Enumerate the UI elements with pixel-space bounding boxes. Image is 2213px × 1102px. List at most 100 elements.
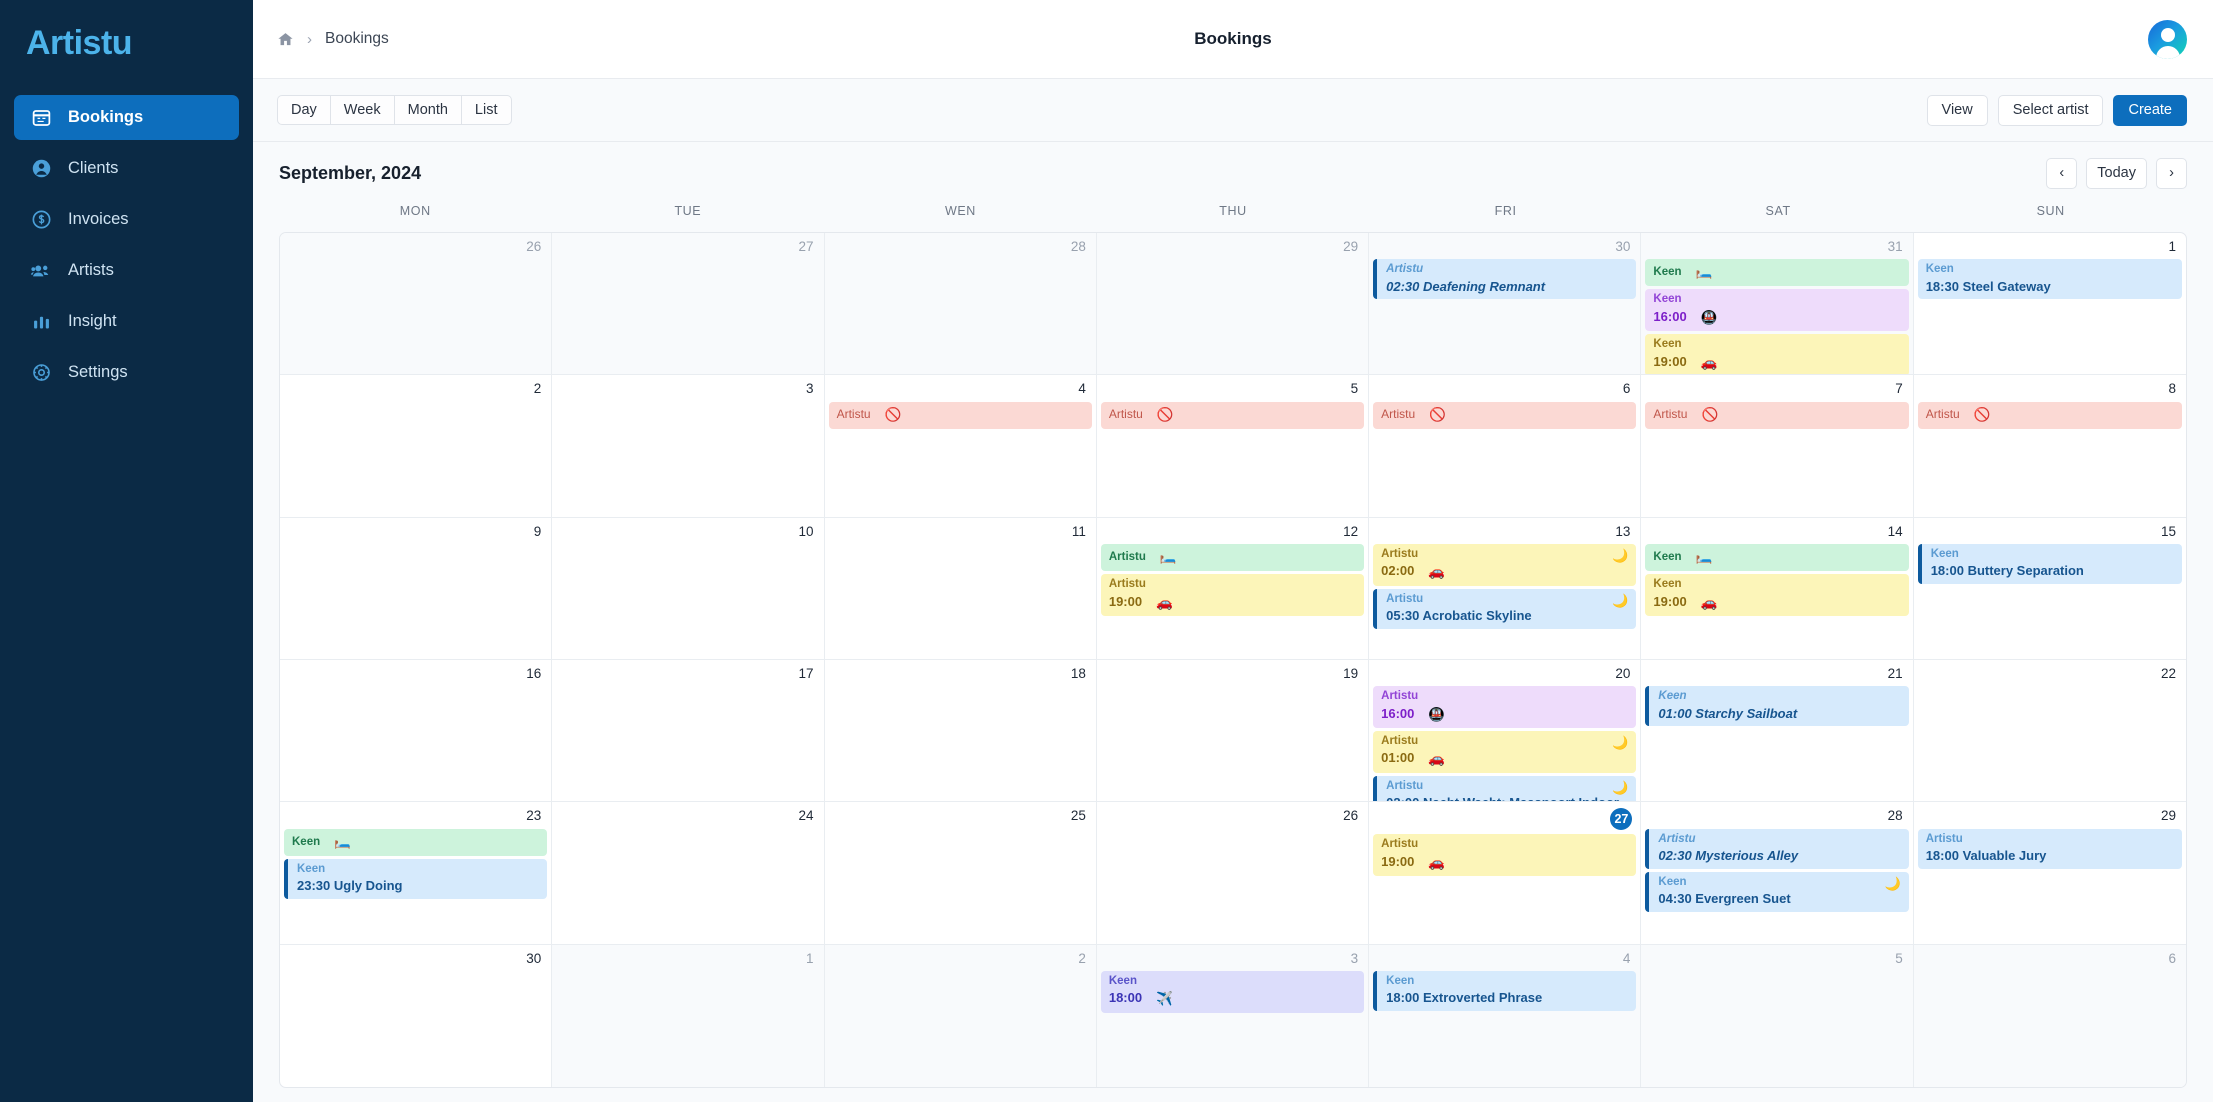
calendar-event[interactable]: Artistu 02:30 Mysterious Alley	[1645, 828, 1909, 869]
calendar-day-cell[interactable]: 4 Artistu 🚫	[824, 375, 1097, 518]
calendar-event[interactable]: Keen 19:00 🚗	[1645, 574, 1909, 616]
calendar-day-cell[interactable]: 7 Artistu 🚫	[1641, 375, 1914, 518]
day-number: 17	[798, 665, 814, 681]
calendar-day-cell[interactable]: 1 Keen 18:30 Steel Gateway	[1913, 233, 2186, 376]
calendar-day-cell[interactable]: 15 Keen 18:00 Buttery Separation	[1913, 518, 2186, 660]
calendar-day-cell[interactable]: 22	[1913, 660, 2186, 803]
calendar-day-cell[interactable]: 2	[824, 944, 1097, 1087]
calendar-day-cell[interactable]: 6 Artistu 🚫	[1369, 375, 1642, 518]
weekday-header-row: MON TUE WEN THU FRI SAT SUN	[279, 204, 2187, 232]
calendar-day-cell[interactable]: 4 Keen 18:00 Extroverted Phrase	[1369, 944, 1642, 1087]
prev-month-button[interactable]: ‹	[2046, 157, 2078, 189]
calendar-event[interactable]: Keen 🛏️	[1645, 259, 1909, 287]
calendar-day-cell[interactable]: 20 Artistu 16:00🚇 Artistu 01:00🚗 🌙 Artistu 02:0…	[1369, 659, 1642, 803]
calendar-event[interactable]: Artistu 19:00 🚗	[1373, 834, 1637, 877]
calendar-event[interactable]: Artistu 02:00 Nacht Wacht: Maaspoort Indo…	[1373, 775, 1637, 802]
calendar-event[interactable]: Artistu 🚫	[1373, 401, 1637, 429]
calendar-event[interactable]: Artistu 01:00 🚗 🌙	[1373, 730, 1637, 773]
calendar-day-cell[interactable]: 31 Keen 🛏️ Keen 16:00 🚇 Keen 19:00 🚗	[1641, 233, 1914, 376]
calendar-day-cell[interactable]: 19	[1096, 659, 1370, 803]
view-tab-week[interactable]: Week	[329, 95, 394, 125]
calendar-day-cell[interactable]: 26	[1096, 802, 1370, 945]
sidebar-item-clients[interactable]: Clients	[14, 146, 239, 191]
calendar-day-cell[interactable]: 18	[824, 659, 1097, 803]
calendar-day-cell[interactable]: 21 Keen 01:00 Starchy Sailboat	[1641, 659, 1914, 803]
calendar-event[interactable]: Keen 16:00 🚇	[1645, 289, 1909, 332]
calendar-day-cell[interactable]: 16	[280, 659, 553, 803]
calendar-day-cell[interactable]: 29	[1096, 233, 1370, 376]
calendar-event[interactable]: Keen 19:00 🚗	[1645, 334, 1909, 375]
calendar-event[interactable]: Keen 01:00 Starchy Sailboat	[1645, 686, 1909, 727]
sidebar-item-settings[interactable]: Settings	[14, 350, 239, 395]
sidebar-item-artists[interactable]: Artists	[14, 248, 239, 293]
today-badge: 27	[1610, 808, 1633, 831]
view-button[interactable]: View	[1926, 94, 1988, 126]
event-title: 02:30 Mysterious Alley	[1658, 848, 1799, 864]
event-title: 01:00 Starchy Sailboat	[1658, 705, 1798, 721]
calendar-day-cell[interactable]: 11	[824, 517, 1097, 660]
next-month-button[interactable]: ›	[2156, 157, 2187, 189]
calendar-day-cell[interactable]: 30 Artistu 02:30 Deafening Remnant	[1369, 233, 1642, 376]
calendar-day-cell[interactable]: 28 Artistu 02:30 Mysterious Alley Keen 04:30…	[1641, 802, 1914, 945]
calendar-day-cell[interactable]: 1	[552, 944, 825, 1087]
home-icon[interactable]	[277, 31, 294, 48]
sidebar-item-invoices[interactable]: Invoices	[14, 197, 239, 242]
calendar-day-cell[interactable]: 30	[280, 944, 553, 1087]
calendar-day-cell[interactable]: 14 Keen 🛏️ Keen 19:00 🚗	[1641, 517, 1914, 660]
breadcrumb-current[interactable]: Bookings	[325, 30, 389, 48]
view-tab-day[interactable]: Day	[277, 95, 330, 125]
calendar-day-cell[interactable]: 28	[824, 233, 1097, 376]
calendar-day-cell[interactable]: 23 Keen 🛏️ Keen 23:30 Ugly Doing	[280, 802, 553, 945]
calendar-event[interactable]: Artistu 19:00 🚗	[1100, 574, 1365, 616]
today-button[interactable]: Today	[2086, 157, 2147, 189]
calendar-event[interactable]: Artistu 🚫	[1917, 401, 2182, 429]
calendar-event[interactable]: Artistu 🚫	[1100, 401, 1365, 429]
calendar-day-cell[interactable]: 3	[552, 375, 825, 518]
calendar-day-cell[interactable]: 10	[552, 517, 825, 660]
calendar-event[interactable]: Keen 18:00 Extroverted Phrase	[1373, 970, 1637, 1011]
calendar-event[interactable]: Artistu 05:30 Acrobatic Skyline 🌙	[1373, 588, 1637, 629]
calendar-event[interactable]: Keen 🛏️	[1645, 543, 1909, 572]
calendar-event[interactable]: Artistu 18:00 Valuable Jury	[1917, 828, 2182, 869]
calendar-day-cell[interactable]: 8 Artistu 🚫	[1913, 375, 2186, 518]
view-tab-list[interactable]: List	[460, 95, 512, 125]
calendar-day-cell[interactable]: 27	[552, 233, 825, 376]
calendar-day-cell[interactable]: 3 Keen 18:00 ✈️	[1096, 944, 1370, 1087]
calendar-event[interactable]: Keen 18:30 Steel Gateway	[1917, 259, 2182, 300]
calendar-event[interactable]: Keen 🛏️	[284, 828, 548, 856]
calendar-day-cell[interactable]: 13 Artistu 02:00 🚗 🌙 Artistu 05:30 Acrobatic S…	[1369, 517, 1642, 660]
calendar-event[interactable]: Artistu 16:00 🚇	[1373, 686, 1637, 728]
calendar-day-cell[interactable]: 17	[552, 659, 825, 803]
day-number: 12	[1343, 523, 1359, 539]
calendar-day-cell[interactable]: 27 Artistu 19:00 🚗	[1369, 802, 1642, 945]
calendar-day-cell[interactable]: 24	[552, 802, 825, 945]
calendar-day-cell[interactable]: 5 Artistu 🚫	[1096, 375, 1370, 518]
select-artist-button[interactable]: Select artist	[1997, 94, 2104, 126]
calendar-event[interactable]: Keen 18:00 ✈️	[1100, 970, 1365, 1013]
create-button[interactable]: Create	[2113, 94, 2187, 126]
avatar[interactable]	[2148, 20, 2187, 59]
calendar-event[interactable]: Artistu 🚫	[1645, 401, 1909, 429]
day-number: 18	[1070, 665, 1086, 681]
calendar-day-cell[interactable]: 25	[824, 802, 1097, 945]
calendar-day-cell[interactable]: 12 Artistu 🛏️ Artistu 19:00 🚗	[1096, 517, 1370, 660]
calendar-event[interactable]: Keen 18:00 Buttery Separation	[1917, 543, 2182, 584]
sidebar-item-bookings[interactable]: Bookings	[14, 95, 239, 140]
calendar-event[interactable]: Keen 04:30 Evergreen Suet 🌙	[1645, 871, 1909, 912]
calendar-day-cell[interactable]: 6	[1913, 944, 2186, 1087]
calendar-event[interactable]: Artistu 🚫	[828, 401, 1092, 429]
calendar-day-cell[interactable]: 5	[1641, 944, 1914, 1087]
event-artist: Artistu	[1658, 832, 1696, 845]
calendar-day-cell[interactable]: 2	[280, 375, 553, 518]
calendar-event[interactable]: Keen 23:30 Ugly Doing	[284, 858, 548, 899]
event-artist: Keen 🛏️	[1653, 264, 1713, 280]
sidebar-item-insight[interactable]: Insight	[14, 299, 239, 344]
calendar-event[interactable]: Artistu 02:30 Deafening Remnant	[1373, 259, 1637, 300]
calendar-day-cell[interactable]: 29 Artistu 18:00 Valuable Jury	[1913, 802, 2186, 945]
view-tab-month[interactable]: Month	[393, 95, 461, 125]
calendar-day-cell[interactable]: 26	[280, 233, 553, 376]
calendar-event[interactable]: Artistu 02:00 🚗 🌙	[1373, 543, 1637, 586]
calendar-event[interactable]: Artistu 🛏️	[1100, 543, 1365, 572]
calendar-day-cell[interactable]: 9	[280, 517, 553, 660]
event-artist: Artistu 🚫	[1653, 406, 1719, 422]
